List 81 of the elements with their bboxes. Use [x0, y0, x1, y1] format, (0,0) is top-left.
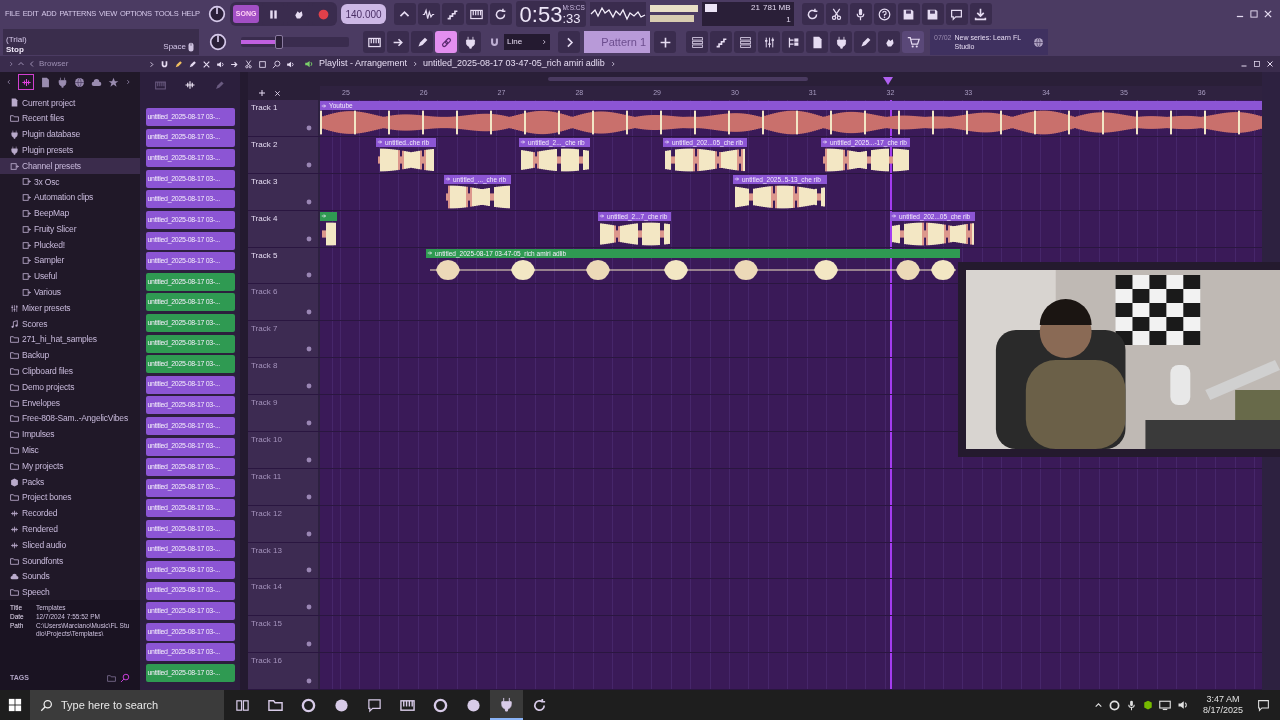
browser-item[interactable]: BeepMap	[0, 205, 140, 222]
browser-item[interactable]: Backup	[0, 347, 140, 364]
browser-item[interactable]: Plugin database	[0, 126, 140, 143]
track-header[interactable]: Track 9	[248, 395, 318, 431]
browser-item[interactable]: Automation clips	[0, 189, 140, 206]
track-header[interactable]: Track 6	[248, 284, 318, 321]
track-name: Track 13	[251, 544, 282, 557]
browser-item[interactable]: Recorded	[0, 505, 140, 522]
track-name: Track 5	[251, 249, 278, 262]
track-name: Track 3	[251, 175, 278, 188]
browser-item[interactable]: Current project	[0, 95, 140, 111]
track-header[interactable]: Track 12	[248, 505, 318, 542]
snap-dropdown[interactable]: Line	[504, 34, 550, 50]
track-name: Track 12	[251, 507, 282, 520]
browser-item[interactable]: Mixer presets	[0, 300, 140, 317]
browser-item[interactable]: Misc	[0, 442, 140, 459]
pattern-name: untitled_2025-08-17 03-47-05_rich amiri adlib	[423, 57, 605, 71]
track-name: Track 4	[251, 212, 278, 225]
browser-item[interactable]: Project bones	[0, 489, 140, 506]
track-name: Track 11	[251, 470, 282, 483]
browser-item[interactable]: Channel presets	[0, 158, 140, 174]
clock-time: 3:47 AM	[1206, 694, 1240, 705]
track-name: Track 8	[251, 360, 278, 373]
browser-item[interactable]: 271_hi_hat_samples	[0, 331, 140, 348]
core-count: 1	[786, 14, 791, 26]
browser-item[interactable]: Recent files	[0, 110, 140, 127]
track-name: Track 15	[251, 618, 282, 631]
browser-item[interactable]: Demo projects	[0, 379, 140, 396]
browser-item[interactable]: Speech	[0, 584, 140, 600]
track-header[interactable]: Track 15	[248, 616, 318, 653]
track-name: Track 7	[251, 323, 278, 336]
browser-item[interactable]: Various	[0, 284, 140, 301]
browser-item[interactable]: 3x Osc	[0, 174, 140, 190]
time-display[interactable]: 0:53	[519, 3, 563, 27]
track-header[interactable]: Track 16	[248, 653, 318, 689]
browser-item[interactable]: Free-808-Sam..-AngelicVibes	[0, 410, 140, 427]
browser-item[interactable]: Fruity Slicer	[0, 221, 140, 238]
memory-reading: 781 MB	[763, 2, 791, 14]
track-header[interactable]: Track 7	[248, 321, 318, 358]
browser-item[interactable]: Useful	[0, 268, 140, 285]
pattern-selector[interactable]: Pattern 1	[584, 31, 650, 53]
track-header[interactable]: Track 1	[248, 100, 318, 136]
clock-date: 8/17/2025	[1202, 705, 1243, 716]
track-header[interactable]: Track 3	[248, 173, 318, 210]
track-name: Track 16	[251, 655, 282, 668]
track-name: Track 1	[251, 102, 278, 114]
track-header[interactable]: Track 11	[248, 468, 318, 505]
track-name: Track 14	[251, 581, 282, 594]
track-name: Track 9	[251, 397, 278, 409]
time-fraction: :33	[562, 11, 581, 27]
browser-item[interactable]: Envelopes	[0, 395, 140, 411]
track-header[interactable]: Track 13	[248, 542, 318, 579]
track-header[interactable]: Track 2	[248, 136, 318, 173]
track-header[interactable]: Track 10	[248, 431, 318, 468]
browser-item[interactable]: Rendered	[0, 521, 140, 538]
browser-item[interactable]: Packs	[0, 474, 140, 490]
polyphony-reading: 21	[751, 2, 760, 14]
track-name: Track 10	[251, 433, 282, 446]
browser-item[interactable]: Soundfonts	[0, 553, 140, 569]
browser-item[interactable]: Sounds	[0, 568, 140, 585]
browser-item[interactable]: Scores	[0, 316, 140, 332]
search-field[interactable]: Type here to search	[30, 690, 224, 720]
browser-item[interactable]: Plugin presets	[0, 142, 140, 159]
track-name: Track 6	[251, 286, 278, 299]
browser-item[interactable]: My projects	[0, 458, 140, 475]
window-title: Playlist - Arrangement	[319, 57, 408, 71]
hint-shortcut: Space	[163, 41, 186, 53]
browser-item[interactable]: Sliced audio	[0, 537, 140, 554]
browser-item[interactable]: Clipboard files	[0, 363, 140, 380]
track-header[interactable]: Track 4	[248, 210, 318, 247]
track-header[interactable]: Track 5	[248, 247, 318, 284]
track-header[interactable]: Track 8	[248, 358, 318, 394]
browser-item[interactable]: Impulses	[0, 426, 140, 443]
track-header[interactable]: Track 14	[248, 579, 318, 616]
tempo-display[interactable]: 140.000	[341, 4, 386, 24]
browser-item[interactable]: Sampler	[0, 252, 140, 269]
browser-title: Browser	[39, 58, 69, 70]
browser-item[interactable]: Plucked!	[0, 237, 140, 253]
hint-text: Stop	[6, 45, 25, 55]
hint-title: (Trial)	[6, 35, 28, 45]
track-name: Track 2	[251, 138, 278, 151]
